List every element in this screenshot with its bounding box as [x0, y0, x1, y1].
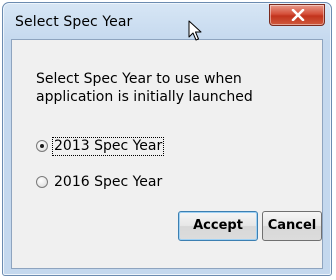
title-bar[interactable]: Select Spec Year: [3, 3, 331, 39]
option-2013-label[interactable]: 2013 Spec Year: [51, 136, 165, 156]
cancel-button[interactable]: Cancel: [262, 211, 322, 241]
mouse-pointer-icon: [188, 20, 202, 41]
option-2013[interactable]: 2013 Spec Year: [36, 136, 165, 156]
window-title: Select Spec Year: [15, 14, 133, 30]
option-2016-label[interactable]: 2016 Spec Year: [53, 174, 163, 191]
prompt-text: Select Spec Year to use when application…: [36, 71, 253, 105]
close-button[interactable]: [269, 4, 325, 26]
dialog-window: Select Spec Year Select Spec Year to use…: [2, 2, 332, 276]
radio-button-2013[interactable]: [36, 140, 48, 152]
dialog-body: Select Spec Year to use when application…: [11, 39, 323, 269]
option-2016[interactable]: 2016 Spec Year: [36, 172, 163, 192]
radio-button-2016[interactable]: [36, 176, 48, 188]
close-icon: [291, 9, 305, 21]
accept-button[interactable]: Accept: [178, 211, 258, 241]
